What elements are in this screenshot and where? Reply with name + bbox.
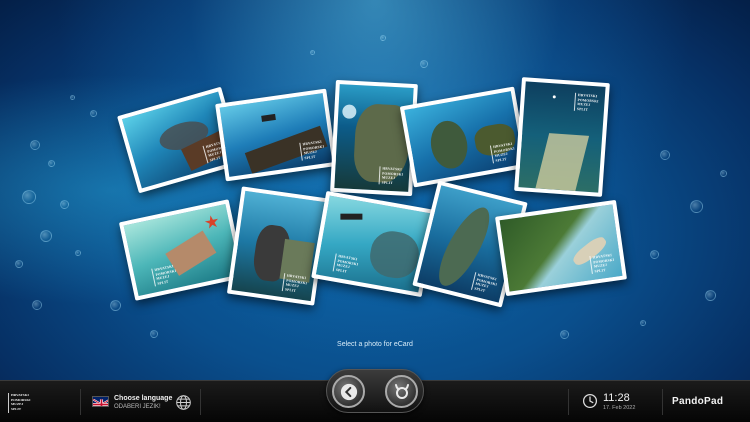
photo-stamp: HRVATSKI POMORSKI MUZEJ SPLIT xyxy=(573,92,600,113)
back-arrow-icon xyxy=(340,383,357,400)
clock-time: 11:28 xyxy=(603,392,630,404)
uk-flag-icon[interactable] xyxy=(92,396,109,407)
photo-stamp: HRVATSKI POMORSKI MUZEJ SPLIT xyxy=(378,166,404,186)
photo-coast-aerial[interactable]: HRVATSKI POMORSKI MUZEJ SPLIT xyxy=(495,199,627,297)
photo-stamp: HRVATSKI POMORSKI MUZEJ SPLIT xyxy=(589,252,616,274)
photo-diver-wreck[interactable]: HRVATSKI POMORSKI MUZEJ SPLIT xyxy=(215,88,337,182)
back-button[interactable] xyxy=(332,375,365,408)
home-icon xyxy=(394,383,409,399)
divider xyxy=(80,389,81,415)
navigation-pill xyxy=(326,369,424,413)
photo-stamp: HRVATSKI POMORSKI MUZEJ SPLIT xyxy=(470,272,499,296)
museum-logo: HRVATSKI POMORSKI MUZEJ SPLIT xyxy=(8,393,38,413)
photo-stamp: HRVATSKI POMORSKI MUZEJ SPLIT xyxy=(299,139,326,161)
photo-stamp: HRVATSKI POMORSKI MUZEJ SPLIT xyxy=(151,263,179,287)
photo-stamp: HRVATSKI POMORSKI MUZEJ SPLIT xyxy=(489,141,517,164)
brand-logo: PandoPad xyxy=(672,396,724,407)
photo-propeller-wreck[interactable]: HRVATSKI POMORSKI MUZEJ SPLIT xyxy=(399,86,529,188)
divider xyxy=(568,389,569,415)
clock-date: 17. Feb 2022 xyxy=(603,405,636,411)
clock-icon xyxy=(582,393,598,409)
photo-deep-hull[interactable]: HRVATSKI POMORSKI MUZEJ SPLIT xyxy=(514,77,610,197)
divider xyxy=(662,389,663,415)
choose-language-label[interactable]: Choose language xyxy=(114,395,172,402)
photo-diver-equipment[interactable]: HRVATSKI POMORSKI MUZEJ SPLIT xyxy=(226,186,330,306)
divider xyxy=(200,389,201,415)
photo-starfish[interactable]: HRVATSKI POMORSKI MUZEJ SPLIT xyxy=(118,199,246,301)
globe-icon[interactable] xyxy=(175,394,192,411)
select-photo-prompt: Select a photo for eCard xyxy=(337,341,413,348)
choose-language-sublabel[interactable]: ODABERI JEZIK! xyxy=(114,404,161,410)
photo-stamp: HRVATSKI POMORSKI MUZEJ SPLIT xyxy=(281,273,309,295)
home-button[interactable] xyxy=(385,375,418,408)
photo-stamp: HRVATSKI POMORSKI MUZEJ SPLIT xyxy=(332,253,360,276)
